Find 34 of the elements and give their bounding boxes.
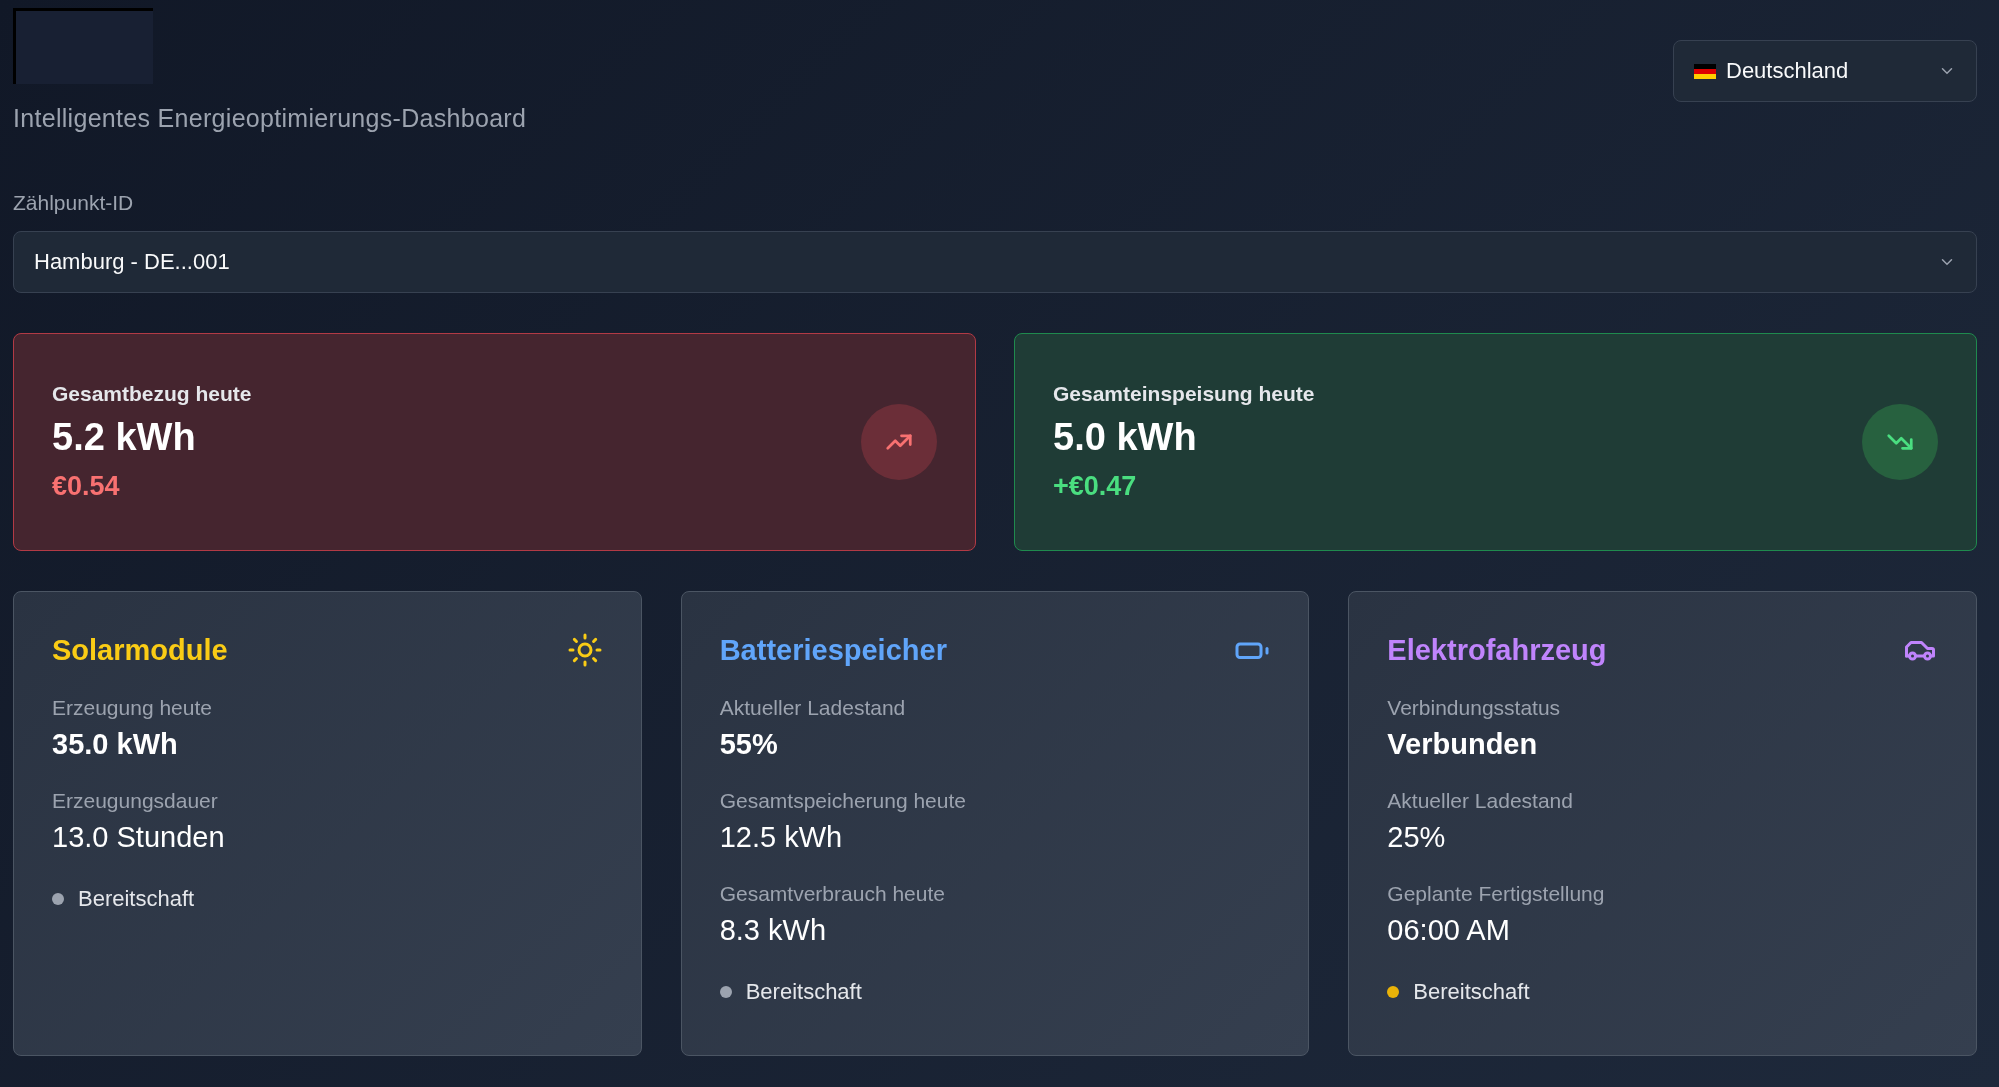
metric-value: 55% [719,728,779,761]
status-text: Bereitschaft [745,979,862,1005]
metric-label: Erzeugung heute [52,696,213,720]
country-select[interactable]: Deutschland [1673,40,1977,102]
card-title: Gesamteinspeisung heute [1053,382,1315,406]
metric-value: 13.0 Stunden [52,821,226,854]
cost-amount: +€0.47 [1053,471,1138,502]
status-text: Bereitschaft [1413,979,1530,1005]
dashboard-subtitle: Intelligentes Energieoptimierungs-Dashboard [13,104,527,133]
energy-value: 5.0 kWh [1053,416,1198,459]
metric-label: Aktueller Ladestand [719,696,907,720]
metric-value: 35.0 kWh [52,728,179,761]
card-title: Elektrofahrzeug [1387,633,1607,667]
flag-icon [1694,63,1716,79]
metric-value: 8.3 kWh [719,914,828,947]
sun-icon [566,632,603,668]
energy-value: 5.2 kWh [52,416,197,459]
metric-label: Gesamtspeicherung heute [719,789,967,813]
cost-amount: €0.54 [52,471,121,502]
metric-label: Geplante Fertigstellung [1387,882,1606,906]
metric-value: 12.5 kWh [719,821,844,854]
meter-select[interactable]: Hamburg - DE...001 [13,231,1977,293]
card-title: Batteriespeicher [719,633,947,667]
metric-value: 06:00 AM [1387,914,1511,947]
card-title: Gesamtbezug heute [52,382,252,406]
card-title: Solarmodule [52,633,228,667]
metric-label: Verbindungsstatus [1387,696,1562,720]
metric-label: Aktueller Ladestand [1387,789,1574,813]
metric-value: 25% [1387,821,1447,854]
status-text: Bereitschaft [78,886,195,912]
field-label: Zählpunkt-ID [13,191,135,215]
metric-value: Verbunden [1387,728,1539,761]
metric-label: Gesamtverbrauch heute [719,882,946,906]
metric-label: Erzeugungsdauer [52,789,219,813]
